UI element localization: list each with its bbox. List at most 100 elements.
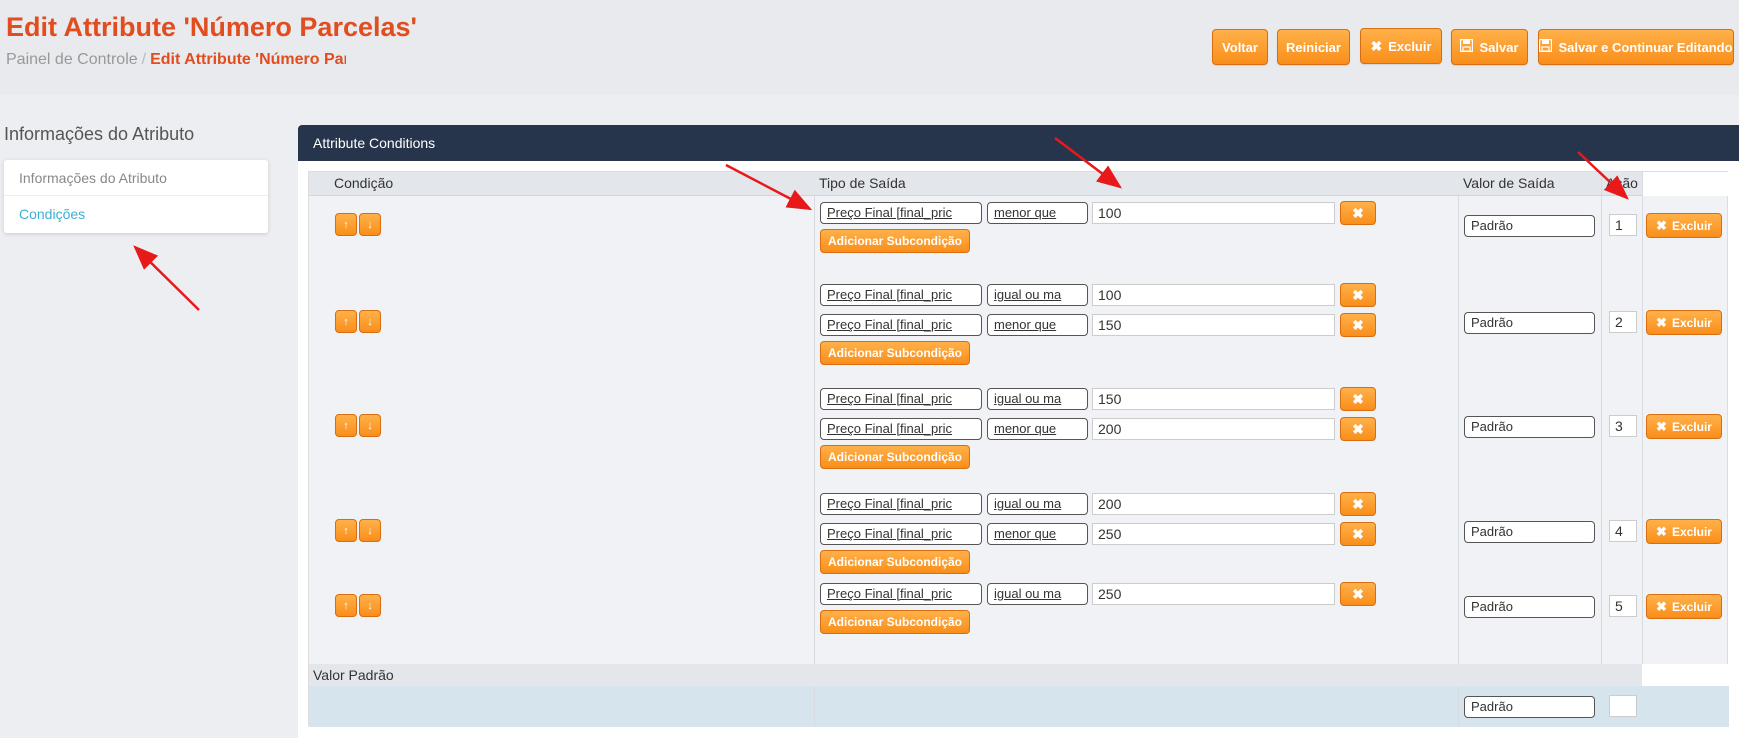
output-value-select[interactable]: Padrão <box>1464 521 1595 543</box>
add-subcondition-button[interactable]: Adicionar Subcondição <box>820 550 970 574</box>
condition-field-select[interactable]: Preço Final [final_pric <box>820 284 982 306</box>
times-icon: ✖ <box>1352 585 1364 602</box>
sort-order-input[interactable]: 5 <box>1609 595 1637 617</box>
arrow-down-icon: ↓ <box>367 218 373 231</box>
back-button[interactable]: Voltar <box>1212 29 1268 65</box>
delete-row-label: Excluir <box>1671 315 1712 330</box>
condition-value-input[interactable]: 250 <box>1092 523 1335 545</box>
delete-row-button[interactable]: ✖ Excluir <box>1646 594 1722 619</box>
condition-field-select[interactable]: Preço Final [final_pric <box>820 314 982 336</box>
condition-value-input[interactable]: 250 <box>1092 583 1335 605</box>
default-sort-input[interactable] <box>1609 695 1637 717</box>
arrow-up-icon: ↑ <box>343 599 349 612</box>
move-up-button[interactable]: ↑ <box>335 213 357 236</box>
sort-order-input[interactable]: 1 <box>1609 214 1637 236</box>
sidebar-item-label: Informações do Atributo <box>19 170 167 186</box>
reset-button-label: Reiniciar <box>1286 39 1341 55</box>
delete-row-button[interactable]: ✖ Excluir <box>1646 310 1722 335</box>
condition-row: Preço Final [final_pric igual ou ma 150 ✖ Pr… <box>309 384 1729 485</box>
remove-subcondition-button[interactable]: ✖ <box>1340 492 1376 516</box>
move-down-button[interactable]: ↓ <box>359 414 381 437</box>
output-value-select[interactable]: Padrão <box>1464 215 1595 237</box>
remove-subcondition-button[interactable]: ✖ <box>1340 417 1376 441</box>
condition-value-input[interactable]: 100 <box>1092 202 1335 224</box>
move-up-button[interactable]: ↑ <box>335 414 357 437</box>
condition-value-input[interactable]: 150 <box>1092 388 1335 410</box>
delete-row-button[interactable]: ✖ Excluir <box>1646 414 1722 439</box>
column-divider <box>1458 686 1459 727</box>
condition-operator-select[interactable]: menor que <box>987 418 1088 440</box>
condition-value-input[interactable]: 200 <box>1092 493 1335 515</box>
condition-field-select[interactable]: Preço Final [final_pric <box>820 418 982 440</box>
sidebar-item-attribute-info[interactable]: Informações do Atributo <box>4 160 268 196</box>
column-output-value: Valor de Saída <box>1463 175 1555 191</box>
condition-value-input[interactable]: 100 <box>1092 284 1335 306</box>
header-blank-cell <box>1642 172 1729 196</box>
remove-subcondition-button[interactable]: ✖ <box>1340 522 1376 546</box>
remove-subcondition-button[interactable]: ✖ <box>1340 283 1376 307</box>
condition-field-select[interactable]: Preço Final [final_pric <box>820 583 982 605</box>
output-value-select[interactable]: Padrão <box>1464 416 1595 438</box>
column-condition: Condição <box>334 175 394 191</box>
times-icon: ✖ <box>1352 525 1364 542</box>
remove-subcondition-button[interactable]: ✖ <box>1340 313 1376 337</box>
delete-button-label: Excluir <box>1388 38 1432 54</box>
times-icon: ✖ <box>1352 316 1364 333</box>
delete-row-label: Excluir <box>1671 218 1712 233</box>
remove-subcondition-button[interactable]: ✖ <box>1340 201 1376 225</box>
move-down-button[interactable]: ↓ <box>359 519 381 542</box>
delete-row-label: Excluir <box>1671 599 1712 614</box>
default-value-blank <box>1642 664 1729 686</box>
sidebar-item-conditions[interactable]: Condições <box>4 196 268 233</box>
arrow-down-icon: ↓ <box>367 524 373 537</box>
move-down-button[interactable]: ↓ <box>359 213 381 236</box>
breadcrumb-home[interactable]: Painel de Controle <box>6 51 138 68</box>
save-continue-button[interactable]: Salvar e Continuar Editando <box>1538 29 1734 65</box>
remove-subcondition-button[interactable]: ✖ <box>1340 387 1376 411</box>
delete-button[interactable]: ✖ Excluir <box>1360 28 1442 64</box>
times-icon: ✖ <box>1352 204 1364 221</box>
condition-field-select[interactable]: Preço Final [final_pric <box>820 388 982 410</box>
arrow-up-icon: ↑ <box>343 315 349 328</box>
condition-field-select[interactable]: Preço Final [final_pric <box>820 202 982 224</box>
move-down-button[interactable]: ↓ <box>359 594 381 617</box>
move-up-button[interactable]: ↑ <box>335 519 357 542</box>
back-button-label: Voltar <box>1222 39 1258 55</box>
sort-order-input[interactable]: 3 <box>1609 415 1637 437</box>
condition-operator-select[interactable]: igual ou ma <box>987 583 1088 605</box>
condition-field-select[interactable]: Preço Final [final_pric <box>820 523 982 545</box>
grid-header: Condição Tipo de Saída Valor de Saída Aç… <box>309 172 1729 196</box>
move-up-button[interactable]: ↑ <box>335 594 357 617</box>
condition-field-select[interactable]: Preço Final [final_pric <box>820 493 982 515</box>
sort-order-input[interactable]: 2 <box>1609 311 1637 333</box>
add-subcondition-button[interactable]: Adicionar Subcondição <box>820 229 970 253</box>
move-up-button[interactable]: ↑ <box>335 310 357 333</box>
delete-row-label: Excluir <box>1671 419 1712 434</box>
remove-subcondition-button[interactable]: ✖ <box>1340 582 1376 606</box>
breadcrumb: Painel de Controle / Edit Attribute 'Númer… <box>6 51 346 69</box>
add-subcondition-button[interactable]: Adicionar Subcondição <box>820 445 970 469</box>
condition-operator-select[interactable]: menor que <box>987 523 1088 545</box>
save-button[interactable]: Salvar <box>1451 29 1528 65</box>
condition-value-input[interactable]: 200 <box>1092 418 1335 440</box>
output-value-select[interactable]: Padrão <box>1464 596 1595 618</box>
times-icon: ✖ <box>1352 420 1364 437</box>
output-value-select[interactable]: Padrão <box>1464 312 1595 334</box>
add-subcondition-button[interactable]: Adicionar Subcondição <box>820 341 970 365</box>
move-down-button[interactable]: ↓ <box>359 310 381 333</box>
sort-order-input[interactable]: 4 <box>1609 520 1637 542</box>
condition-operator-select[interactable]: igual ou ma <box>987 284 1088 306</box>
condition-operator-select[interactable]: menor que <box>987 314 1088 336</box>
delete-row-button[interactable]: ✖ Excluir <box>1646 519 1722 544</box>
delete-row-button[interactable]: ✖ Excluir <box>1646 213 1722 238</box>
reset-button[interactable]: Reiniciar <box>1277 29 1350 65</box>
default-output-select[interactable]: Padrão <box>1464 696 1595 718</box>
condition-value-input[interactable]: 150 <box>1092 314 1335 336</box>
arrow-up-icon: ↑ <box>343 218 349 231</box>
condition-operator-select[interactable]: igual ou ma <box>987 388 1088 410</box>
condition-operator-select[interactable]: menor que <box>987 202 1088 224</box>
annotation-arrow <box>133 245 200 311</box>
condition-operator-select[interactable]: igual ou ma <box>987 493 1088 515</box>
times-icon: ✖ <box>1352 390 1364 407</box>
add-subcondition-button[interactable]: Adicionar Subcondição <box>820 610 970 634</box>
